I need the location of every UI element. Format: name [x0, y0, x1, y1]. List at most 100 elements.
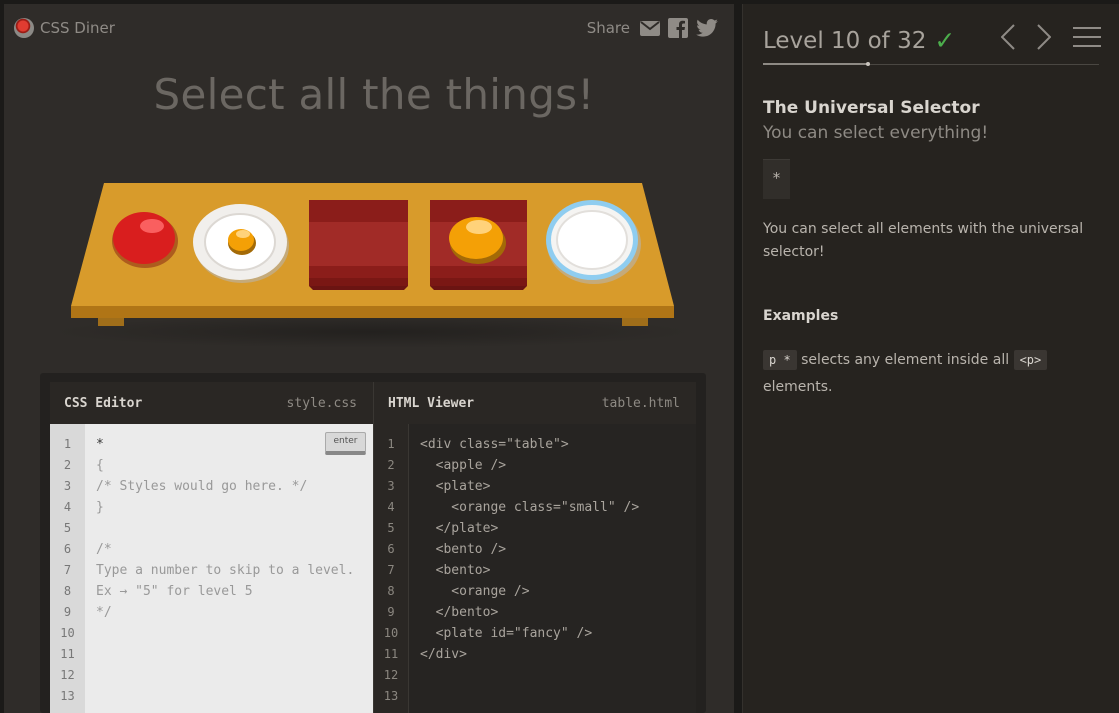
level-progress-marker: [866, 62, 870, 66]
selector-syntax: *: [763, 159, 790, 199]
line-number: 4: [63, 500, 72, 514]
checkmark-icon: ✓: [934, 26, 956, 55]
email-icon[interactable]: [640, 20, 660, 36]
line-number: 9: [63, 605, 72, 619]
selector-name: The Universal Selector: [763, 98, 980, 118]
code-line: {: [96, 458, 104, 473]
code-editor: CSS Editor style.css 1 2 3 4 5 6 7 8 9 1…: [40, 373, 706, 713]
plate-logo-icon: [14, 18, 34, 38]
next-level-button[interactable]: [1037, 24, 1052, 54]
chevron-left-icon: [1000, 24, 1015, 50]
table-shadow: [52, 316, 692, 348]
hamburger-menu-icon: [1073, 27, 1101, 47]
game-panel: CSS Diner Share Select all the things! C…: [4, 4, 734, 713]
line-number: 13: [60, 689, 75, 703]
level-nav: [1000, 24, 1101, 54]
twitter-icon[interactable]: [696, 19, 718, 37]
lesson-hint: You can select all elements with the uni…: [763, 221, 1084, 260]
markup-line[interactable]: <orange class="small" />: [420, 497, 696, 518]
example: p * selects any element inside all <p> e…: [763, 347, 1093, 401]
html-filename: table.html: [601, 395, 680, 411]
line-number: 1: [63, 437, 72, 451]
line-number: 7: [387, 563, 395, 577]
line-number: 6: [387, 542, 395, 556]
css-editor-body: 1 2 3 4 5 6 7 8 9 10 11 12 13 * {/* Sty…: [50, 424, 373, 713]
css-editor-pane: CSS Editor style.css 1 2 3 4 5 6 7 8 9 1…: [50, 382, 373, 713]
chevron-right-icon: [1037, 24, 1052, 50]
bento-empty[interactable]: [309, 200, 408, 290]
html-viewer-body: 1 2 3 4 5 6 7 8 9 10 11 12 13 <div class…: [374, 424, 696, 713]
facebook-icon[interactable]: [668, 18, 688, 38]
code-line: }: [96, 500, 104, 515]
level-progress-fill: [763, 63, 868, 65]
dining-table: [52, 183, 692, 348]
line-number: 3: [63, 479, 72, 493]
level-menu-button[interactable]: [1073, 26, 1101, 52]
instruction-heading: Select all the things!: [153, 70, 595, 119]
markup-line[interactable]: <plate id="fancy" />: [420, 623, 696, 644]
example-text: selects any element inside all: [801, 352, 1010, 368]
css-editor-header: CSS Editor style.css: [50, 382, 373, 424]
example-text: elements.: [763, 379, 833, 395]
css-line-numbers: 1 2 3 4 5 6 7 8 9 10 11 12 13: [50, 424, 85, 713]
html-viewer-header: HTML Viewer table.html: [374, 382, 696, 424]
share-bar: Share: [587, 18, 718, 38]
line-number: 12: [60, 668, 75, 682]
line-number: 1: [387, 437, 395, 451]
markup-line[interactable]: <bento />: [420, 539, 696, 560]
markup-line[interactable]: </div>: [420, 644, 696, 665]
html-code: <div class="table"> <apple /> <plate> <o…: [420, 434, 696, 665]
level-title: Level 10 of 32: [763, 27, 927, 54]
html-viewer-title: HTML Viewer: [388, 395, 475, 411]
code-line: /*: [96, 542, 112, 557]
line-number: 10: [60, 626, 75, 640]
line-number: 4: [387, 500, 395, 514]
line-number: 12: [383, 668, 399, 682]
level-sidebar: Level 10 of 32 ✓ The Universal Selector …: [742, 4, 1119, 713]
css-code: * { /* Styles would go here. */ } /* Typ…: [96, 434, 373, 623]
level-header: Level 10 of 32 ✓: [763, 26, 955, 55]
html-line-numbers: 1 2 3 4 5 6 7 8 9 10 11 12 13: [374, 424, 409, 713]
css-editor-title: CSS Editor: [64, 395, 143, 411]
line-number: 3: [387, 479, 395, 493]
previous-level-button[interactable]: [1000, 24, 1015, 54]
line-number: 7: [63, 563, 72, 577]
example-code: <p>: [1013, 350, 1048, 370]
share-label: Share: [586, 19, 630, 37]
markup-line[interactable]: </bento>: [420, 602, 696, 623]
markup-line[interactable]: <plate>: [420, 476, 696, 497]
markup-line[interactable]: <apple />: [420, 455, 696, 476]
line-number: 13: [383, 689, 399, 703]
examples-heading: Examples: [763, 308, 839, 324]
css-filename: style.css: [286, 395, 357, 411]
line-number: 11: [60, 647, 75, 661]
line-number: 11: [383, 647, 399, 661]
bento-with-orange[interactable]: [430, 200, 527, 290]
example-code: p *: [763, 350, 797, 370]
html-viewer-pane: HTML Viewer table.html 1 2 3 4 5 6 7 8 9…: [373, 382, 696, 713]
line-number: 8: [387, 584, 395, 598]
logo-text: CSS Diner: [40, 19, 115, 37]
line-number: 9: [387, 605, 395, 619]
line-number: 6: [63, 542, 72, 556]
markup-line[interactable]: <orange />: [420, 581, 696, 602]
table-edge: [71, 306, 674, 318]
line-number: 5: [63, 521, 72, 535]
markup-line[interactable]: <bento>: [420, 560, 696, 581]
line-number: 2: [63, 458, 72, 472]
code-line: */: [96, 605, 112, 620]
line-number: 8: [63, 584, 72, 598]
enter-button[interactable]: enter: [325, 432, 366, 455]
line-number: 10: [383, 626, 399, 640]
logo[interactable]: CSS Diner: [14, 18, 115, 38]
code-line: Type a number to skip to a level.: [96, 563, 355, 578]
line-number: 2: [387, 458, 395, 472]
markup-line[interactable]: </plate>: [420, 518, 696, 539]
code-line: /* Styles would go here. */: [96, 479, 308, 494]
code-line: Ex → "5" for level 5: [96, 584, 253, 599]
markup-line[interactable]: <div class="table">: [420, 434, 696, 455]
line-number: 5: [387, 521, 395, 535]
level-progress-bar: [763, 62, 1099, 66]
lesson-title: You can select everything!: [763, 123, 989, 143]
